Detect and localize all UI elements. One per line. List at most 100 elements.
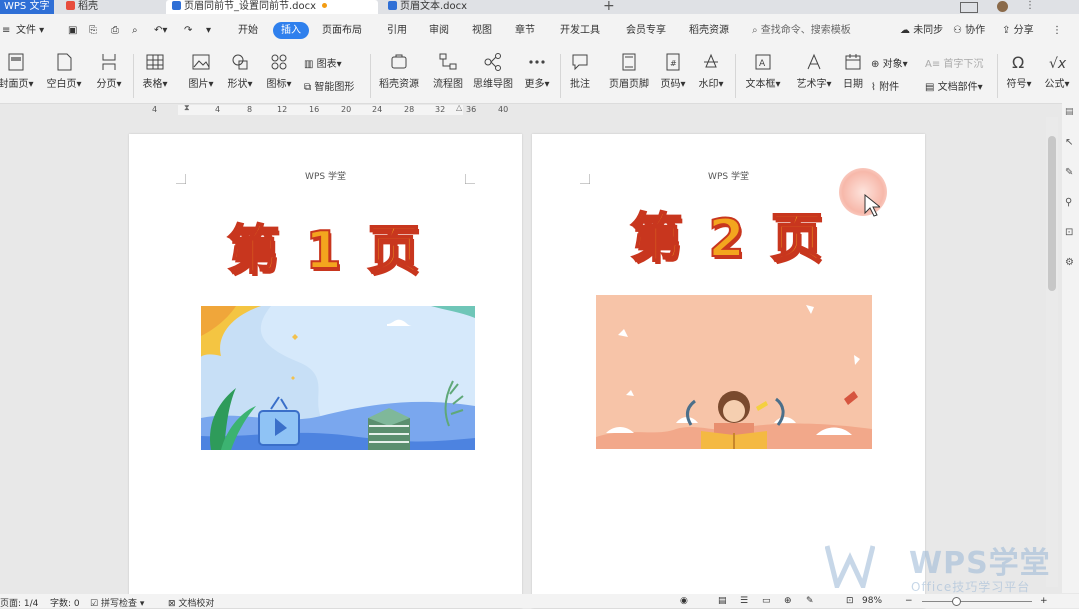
cover-page-icon — [8, 53, 24, 71]
edit-view-icon[interactable]: ✎ — [806, 596, 814, 606]
object-button[interactable]: ⊕ 对象▾ — [871, 55, 908, 70]
flowchart-button[interactable]: 流程图 — [428, 52, 468, 90]
illustration-blue-tv[interactable] — [201, 306, 475, 450]
right-side-panel: ▤ ↖ ✎ ⚲ ⊡ ⚙ — [1062, 103, 1079, 593]
print-icon[interactable]: ⎙ — [111, 22, 119, 39]
menu-page-layout[interactable]: 页面布局 — [322, 22, 362, 39]
divider — [370, 54, 371, 98]
tab-document[interactable]: 页眉文本.docx — [382, 0, 592, 14]
zoom-out-icon[interactable]: − — [905, 596, 913, 606]
document-page-1[interactable]: WPS 学堂 第 1 页 — [129, 134, 522, 608]
proofread-button[interactable]: ⊠ 文档校对 — [168, 596, 214, 609]
collapse-panel-icon[interactable]: ▤ — [1065, 107, 1074, 117]
reading-view-icon[interactable]: ▭ — [762, 596, 771, 606]
symbol-button[interactable]: Ω 符号▾ — [1002, 52, 1036, 90]
indent-marker-icon[interactable]: ⧗ — [184, 103, 190, 113]
table-icon — [146, 54, 164, 70]
textbox-button[interactable]: A 文本框▾ — [740, 52, 786, 90]
document-page-2[interactable]: WPS 学堂 第 2 页 — [532, 134, 925, 608]
page-number-button[interactable]: # 页码▾ — [656, 52, 690, 90]
wordart-button[interactable]: 艺术字▾ — [791, 52, 837, 90]
watermark-button[interactable]: 水印▾ — [694, 52, 728, 90]
chart-button[interactable]: ▥ 图表▾ — [304, 55, 342, 70]
more-menu-icon[interactable]: ⋮ — [1052, 22, 1062, 39]
picture-button[interactable]: 图片▾ — [184, 52, 218, 90]
smartart-label: 智能图形 — [314, 82, 355, 93]
menu-chapter[interactable]: 章节 — [515, 22, 535, 39]
chart-icon: ▥ — [304, 59, 314, 70]
illustration-girl-reading[interactable] — [596, 295, 872, 449]
file-menu[interactable]: 文件 ▾ — [16, 22, 44, 39]
daoke-resources-button[interactable]: 稻壳资源 — [375, 52, 423, 90]
attachment-button[interactable]: ⌇ 附件 — [871, 78, 899, 93]
web-view-icon[interactable]: ⊕ — [784, 596, 792, 606]
page-break-button[interactable]: 分页▾ — [92, 52, 126, 90]
select-tool-icon[interactable]: ↖ — [1065, 137, 1073, 148]
page-count[interactable]: 页面: 1/4 — [0, 596, 38, 609]
sync-status[interactable]: ☁ 未同步 — [900, 22, 943, 39]
tab-wps-writer[interactable]: WPS 文字 — [0, 0, 54, 14]
table-button[interactable]: 表格▾ — [138, 52, 172, 90]
new-tab-plus-icon[interactable]: + — [603, 0, 615, 14]
page-view-icon[interactable]: ▤ — [718, 596, 727, 606]
word-count[interactable]: 字数: 0 — [50, 596, 80, 609]
command-search[interactable]: ⌕ 查找命令、搜索模板 — [752, 22, 912, 40]
share-button[interactable]: ⇪ 分享 — [1002, 22, 1034, 39]
menu-member[interactable]: 会员专享 — [626, 22, 666, 39]
zoom-slider[interactable] — [922, 601, 1032, 602]
comment-panel-icon[interactable]: ⊡ — [1065, 227, 1073, 238]
icon-library-button[interactable]: 图标▾ — [262, 52, 296, 90]
menu-references[interactable]: 引用 — [387, 22, 407, 39]
wordart-icon — [807, 53, 821, 70]
redo-icon[interactable]: ↷ — [184, 22, 192, 39]
page-title[interactable]: 第 1 页 — [129, 208, 522, 283]
shape-button[interactable]: 形状▾ — [223, 52, 257, 90]
window-layout-icon[interactable] — [960, 2, 978, 13]
tab-daoke[interactable]: 稻壳 — [62, 0, 162, 14]
spellcheck-toggle[interactable]: ☑ 拼写检查 ▾ — [90, 596, 144, 609]
fit-page-icon[interactable]: ⊡ — [846, 596, 854, 606]
zoom-level[interactable]: 98% — [862, 596, 882, 606]
menu-review[interactable]: 审阅 — [429, 22, 449, 39]
collaborate-button[interactable]: ⚇ 协作 — [953, 22, 985, 39]
date-button[interactable]: 日期 — [838, 52, 868, 90]
customize-toolbar-icon[interactable]: ▾ — [206, 22, 211, 39]
pen-tool-icon[interactable]: ✎ — [1065, 167, 1073, 178]
document-parts-button[interactable]: ▤ 文档部件▾ — [925, 78, 983, 93]
more-button[interactable]: 更多▾ — [520, 52, 554, 90]
right-indent-marker-icon[interactable]: △ — [456, 103, 462, 112]
dropcap-button[interactable]: A≡ 首字下沉 — [925, 55, 983, 70]
cover-page-button[interactable]: 封面页▾ — [0, 52, 36, 90]
smartart-icon: ⧉ — [304, 82, 312, 93]
comment-button[interactable]: 批注 — [565, 52, 595, 90]
save-icon[interactable]: ▣ — [68, 22, 77, 39]
outline-view-icon[interactable]: ☰ — [740, 596, 748, 606]
more-icon[interactable]: ⋮ — [1025, 0, 1035, 11]
eye-protection-icon[interactable]: ◉ — [680, 596, 688, 606]
formula-button[interactable]: √x 公式▾ — [1040, 52, 1074, 90]
menu-view[interactable]: 视图 — [472, 22, 492, 39]
export-pdf-icon[interactable]: ⎘ — [89, 22, 97, 39]
print-preview-icon[interactable]: ⌕ — [132, 22, 138, 39]
style-tool-icon[interactable]: ⚲ — [1065, 197, 1072, 208]
wordart-label: 艺术字 — [796, 79, 827, 90]
avatar[interactable] — [997, 1, 1008, 12]
status-bar: 页面: 1/4 字数: 0 ☑ 拼写检查 ▾ ⊠ 文档校对 ◉ ▤ ☰ ▭ ⊕ … — [0, 594, 1079, 609]
menu-home[interactable]: 开始 — [238, 22, 258, 39]
smartart-button[interactable]: ⧉ 智能图形 — [304, 78, 354, 93]
zoom-in-icon[interactable]: + — [1040, 596, 1048, 606]
menu-daoke-resources[interactable]: 稻壳资源 — [689, 22, 729, 39]
scrollbar-thumb[interactable] — [1048, 136, 1056, 291]
zoom-slider-handle[interactable] — [952, 597, 961, 606]
blank-page-button[interactable]: 空白页▾ — [42, 52, 86, 90]
mindmap-button[interactable]: 思维导图 — [470, 52, 516, 90]
menu-insert[interactable]: 插入 — [273, 22, 309, 39]
tab-document-active[interactable]: 页眉同前节_设置同前节.docx — [166, 0, 378, 14]
undo-icon[interactable]: ↶▾ — [154, 22, 167, 39]
horizontal-ruler[interactable]: 4 ⧗ 4 8 12 16 20 24 28 32 △ 36 40 — [128, 103, 522, 117]
page-header-text[interactable]: WPS 学堂 — [129, 169, 522, 182]
header-footer-button[interactable]: 页眉页脚 — [606, 52, 652, 90]
hamburger-icon[interactable]: ≡ — [2, 22, 10, 39]
settings-icon[interactable]: ⚙ — [1065, 257, 1074, 268]
menu-developer[interactable]: 开发工具 — [560, 22, 600, 39]
